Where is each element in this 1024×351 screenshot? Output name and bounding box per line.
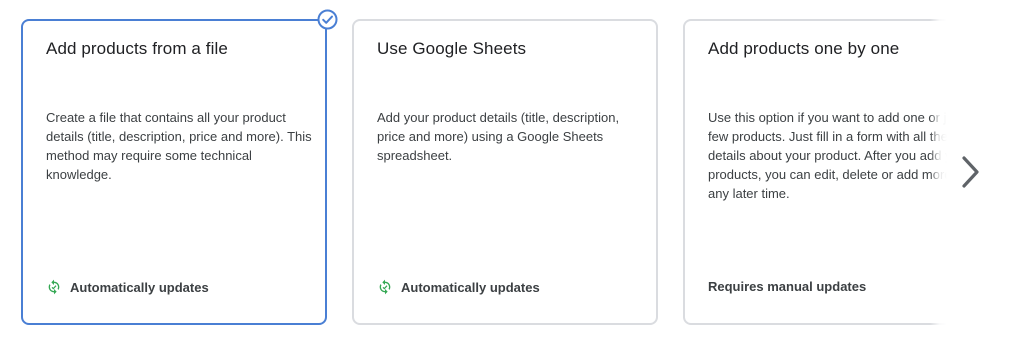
sync-icon: [377, 279, 393, 295]
card-description: Add your product details (title, descrip…: [377, 110, 620, 163]
card-footer: Automatically updates: [46, 279, 209, 295]
selected-check-icon: [317, 9, 338, 30]
sync-icon: [46, 279, 62, 295]
option-card-file[interactable]: Add products from a file Create a file t…: [21, 19, 327, 325]
card-footer-label: Automatically updates: [70, 279, 209, 295]
card-footer: Automatically updates: [377, 279, 540, 295]
option-card-google-sheets[interactable]: Use Google Sheets Add your product detai…: [352, 19, 658, 325]
card-footer-label: Requires manual updates: [708, 279, 867, 294]
card-description: Create a file that contains all your pro…: [46, 110, 312, 182]
card-title: Add products from a file: [46, 39, 228, 58]
card-footer-label: Automatically updates: [401, 279, 540, 295]
carousel-next-button[interactable]: [953, 150, 987, 194]
card-title: Add products one by one: [708, 39, 900, 58]
card-title: Use Google Sheets: [377, 39, 527, 58]
card-footer: Requires manual updates: [708, 279, 866, 294]
chevron-right-icon: [962, 156, 979, 188]
